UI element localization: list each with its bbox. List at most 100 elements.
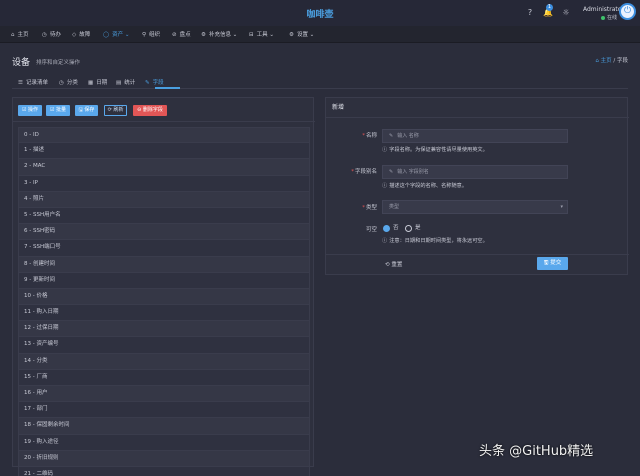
name-input[interactable]: ✎ 输入 名称 — [382, 129, 568, 143]
name-help: ⓘ 字段名称。为保证兼容性请尽量使用英文。 — [382, 147, 488, 153]
list-icon: ☰ — [18, 80, 23, 86]
nav-item-fault[interactable]: ◇ 故障 — [72, 30, 90, 38]
nullable-yes-label: 是 — [415, 225, 421, 231]
nav-item-assets[interactable]: ◯ 资产 ⌄ — [103, 30, 130, 38]
settings-icon: ⚙ — [289, 32, 294, 38]
field-list-item[interactable]: 5 - SSH用户名 — [18, 207, 310, 225]
field-list-item[interactable]: 0 - ID — [18, 127, 310, 144]
field-list-item[interactable]: 20 - 折旧规则 — [18, 450, 310, 467]
tab-bar: ☰ 记录清单 ◷ 分类 ▦ 日期 ▤ 统计 ✎ 字段 — [12, 74, 628, 89]
shield-icon: ◇ — [72, 32, 77, 38]
nav-item-org[interactable]: ⚲ 组织 — [142, 30, 160, 38]
form-footer — [326, 254, 629, 276]
field-list-item[interactable]: 18 - 保固剩余时间 — [18, 418, 310, 435]
notification-badge: 1 — [546, 4, 553, 11]
nullable-help: ⓘ 注意：日期和日期时间类型，将永远可空。 — [382, 238, 488, 244]
power-icon[interactable] — [619, 3, 636, 20]
main-nav: ⌂ 主页 ◷ 待办 ◇ 故障 ◯ 资产 ⌄ ⚲ 组织 ⊘ 盘点 ⚙ 补充信息 ⌄ ⊟ 工具 ⌄ … — [0, 26, 640, 43]
nullable-no-radio[interactable] — [383, 225, 390, 232]
alias-label: *字段别名 — [351, 169, 377, 175]
reset-button[interactable]: ⟲ 重置 — [385, 260, 402, 268]
tab-stats[interactable]: ▤ 统计 — [116, 78, 135, 86]
field-list-item[interactable]: 11 - 购入日期 — [18, 305, 310, 322]
chevron-down-icon: ▾ — [560, 204, 563, 210]
nullable-label: 可空 — [365, 227, 377, 233]
field-list-item[interactable]: 4 - 照片 — [18, 191, 310, 208]
field-list-item[interactable]: 19 - 购入途径 — [18, 434, 310, 451]
field-list-item[interactable]: 15 - 厂商 — [18, 369, 310, 386]
type-label: *类型 — [362, 205, 377, 211]
type-select[interactable]: 类型 ▾ — [382, 200, 568, 214]
watermark: 头条 @GitHub精选 — [479, 444, 594, 459]
clock-icon: ◷ — [42, 32, 47, 38]
nav-item-inventory[interactable]: ⊘ 盘点 — [172, 30, 191, 38]
panel-header: 新增 — [326, 98, 629, 118]
field-list: 0 - ID 1 - 描述 2 - MAC 3 - IP 4 - 照片 5 - SSH用户… — [18, 127, 310, 476]
field-list-item[interactable]: 12 - 过保日期 — [18, 321, 310, 338]
page-title: 设备 — [12, 58, 31, 68]
page-subtitle: 排序和自定义操作 — [36, 60, 81, 66]
delete-field-button[interactable]: ⊖ 删除字段 — [133, 105, 167, 116]
alias-help: ⓘ 描述这个字段的名称、名称随意。 — [382, 183, 468, 189]
sun-icon[interactable]: ☼ — [561, 8, 571, 18]
nullable-yes-radio[interactable] — [405, 225, 412, 232]
tab-fields[interactable]: ✎ 字段 — [145, 78, 164, 86]
field-list-item[interactable]: 9 - 更新时间 — [18, 272, 310, 289]
question-icon: ⓘ — [382, 147, 388, 153]
add-field-panel: 新增 — [325, 97, 629, 276]
breadcrumb-current: 字段 — [616, 58, 628, 64]
top-bar: 咖啡壶 ? 🔔 1 ☼ Administrator 在线 — [0, 0, 640, 26]
tab-category[interactable]: ◷ 分类 — [59, 78, 78, 86]
field-list-item[interactable]: 14 - 分类 — [18, 353, 310, 370]
home-icon: ⌂ — [11, 32, 15, 38]
user-icon: ⚲ — [142, 32, 147, 38]
field-list-item[interactable]: 13 - 资产编号 — [18, 337, 310, 354]
suitcase-icon: ⊟ — [249, 32, 254, 38]
field-list-panel: ☑ 操作 ☑ 批量 🖫 保存 ⟳ 刷新 ⊖ 删除字段 0 - ID 1 - 描述 2… — [12, 97, 315, 476]
field-list-item[interactable]: 6 - SSH密码 — [18, 224, 310, 241]
chart-icon: ▤ — [116, 80, 122, 86]
breadcrumb-home[interactable]: ⌂ 主页 — [595, 58, 611, 64]
nav-item-extra-info[interactable]: ⚙ 补充信息 ⌄ — [201, 30, 237, 38]
field-list-item[interactable]: 21 - 二维码 — [18, 466, 310, 476]
breadcrumb: ⌂ 主页 / 字段 — [595, 58, 628, 64]
pencil-icon: ✎ — [389, 169, 394, 175]
question-icon: ⓘ — [382, 238, 388, 244]
circle-icon: ◯ — [103, 32, 110, 38]
active-tab-indicator — [155, 87, 180, 89]
field-list-item[interactable]: 8 - 创建时间 — [18, 256, 310, 273]
question-icon: ⓘ — [382, 183, 388, 189]
nav-item-settings[interactable]: ⚙ 设置 ⌄ — [289, 30, 314, 38]
calendar-icon: ▦ — [88, 80, 94, 86]
user-name[interactable]: Administrator — [583, 6, 624, 13]
pencil-icon: ✎ — [145, 80, 150, 86]
name-label: *名称 — [362, 133, 377, 139]
field-list-item[interactable]: 3 - IP — [18, 175, 310, 192]
tag-icon: ◷ — [59, 80, 64, 86]
field-list-item[interactable]: 10 - 价格 — [18, 288, 310, 306]
pencil-icon: ✎ — [389, 133, 394, 139]
field-list-item[interactable]: 16 - 用户 — [18, 386, 310, 403]
nullable-no-label: 否 — [393, 225, 399, 231]
field-toolbar: ☑ 操作 ☑ 批量 🖫 保存 ⟳ 刷新 ⊖ 删除字段 — [13, 98, 315, 122]
field-list-item[interactable]: 7 - SSH端口号 — [18, 240, 310, 257]
alias-input[interactable]: ✎ 输入 字段别名 — [382, 165, 568, 179]
field-list-item[interactable]: 2 - MAC — [18, 159, 310, 176]
save-button[interactable]: 🖫 保存 — [75, 105, 98, 116]
nav-item-home[interactable]: ⌂ 主页 — [11, 30, 29, 38]
home-icon: ⌂ — [595, 58, 599, 64]
gear-icon: ⚙ — [201, 32, 206, 38]
batch-button[interactable]: ☑ 批量 — [46, 105, 70, 116]
operate-button[interactable]: ☑ 操作 — [18, 105, 42, 116]
nav-item-tools[interactable]: ⊟ 工具 ⌄ — [249, 30, 274, 38]
tab-records[interactable]: ☰ 记录清单 — [18, 78, 48, 86]
check-icon: ⊘ — [172, 32, 177, 38]
nav-item-todo[interactable]: ◷ 待办 — [42, 30, 61, 38]
help-icon[interactable]: ? — [525, 8, 535, 18]
tab-date[interactable]: ▦ 日期 — [88, 78, 107, 86]
refresh-button[interactable]: ⟳ 刷新 — [104, 105, 127, 116]
field-list-item[interactable]: 1 - 描述 — [18, 143, 310, 160]
user-status: 在线 — [601, 14, 617, 21]
field-list-item[interactable]: 17 - 部门 — [18, 402, 310, 419]
submit-button[interactable]: 🖫 提交 — [537, 257, 568, 270]
